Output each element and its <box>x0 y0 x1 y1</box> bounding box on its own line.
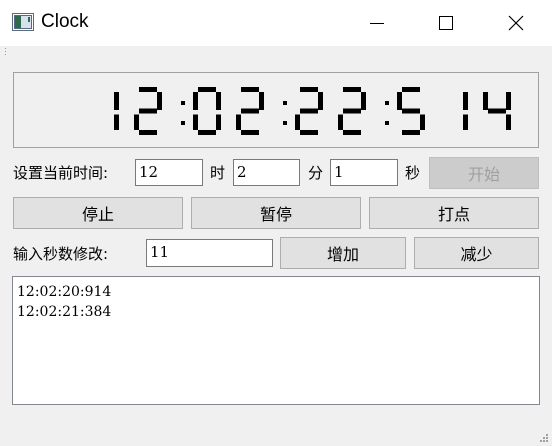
toolbar-grip-icon[interactable] <box>4 47 7 55</box>
adjust-seconds-input[interactable]: 11 <box>146 239 273 267</box>
app-window-icon <box>12 13 34 31</box>
close-button[interactable] <box>493 0 539 46</box>
maximize-icon <box>439 16 453 30</box>
lcd-digit <box>397 87 425 135</box>
hour-unit-label: 时 <box>210 164 226 182</box>
minimize-button[interactable] <box>354 0 400 46</box>
pause-button[interactable]: 暂停 <box>191 197 361 229</box>
minimize-icon <box>370 23 384 24</box>
close-icon <box>508 15 524 31</box>
minute-input[interactable]: 2 <box>233 159 300 186</box>
lcd-digit <box>114 92 119 130</box>
log-line: 12:02:20:914 <box>17 284 112 300</box>
mark-button[interactable]: 打点 <box>369 197 539 229</box>
resize-grip-icon[interactable] <box>537 431 549 443</box>
hour-input[interactable]: 12 <box>135 159 203 186</box>
lcd-digit <box>295 87 323 135</box>
second-unit-label: 秒 <box>405 164 421 182</box>
second-input[interactable]: 1 <box>330 159 398 186</box>
window-title: Clock <box>41 11 89 32</box>
lcd-colon <box>181 101 185 125</box>
lcd-time-display <box>13 72 539 148</box>
log-line: 12:02:21:384 <box>17 304 112 320</box>
start-button[interactable]: 开始 <box>429 157 539 189</box>
lcd-digit <box>483 92 511 130</box>
lcd-digits <box>114 87 511 135</box>
lcd-colon <box>283 101 287 125</box>
maximize-button[interactable] <box>423 0 469 46</box>
lcd-digit <box>338 87 366 135</box>
adjust-seconds-label: 输入秒数修改: <box>13 245 109 263</box>
lcd-colon <box>385 101 389 125</box>
lcd-digit <box>463 92 468 130</box>
decrease-button[interactable]: 减少 <box>414 237 539 269</box>
increase-button[interactable]: 增加 <box>280 237 406 269</box>
title-bar: Clock <box>0 0 552 46</box>
minute-unit-label: 分 <box>308 164 324 182</box>
lcd-digit <box>236 87 264 135</box>
lcd-digit <box>134 87 162 135</box>
log-list[interactable]: 12:02:20:914 12:02:21:384 <box>12 276 540 405</box>
lcd-digit <box>193 87 221 135</box>
set-time-label: 设置当前时间: <box>13 164 109 182</box>
stop-button[interactable]: 停止 <box>13 197 183 229</box>
